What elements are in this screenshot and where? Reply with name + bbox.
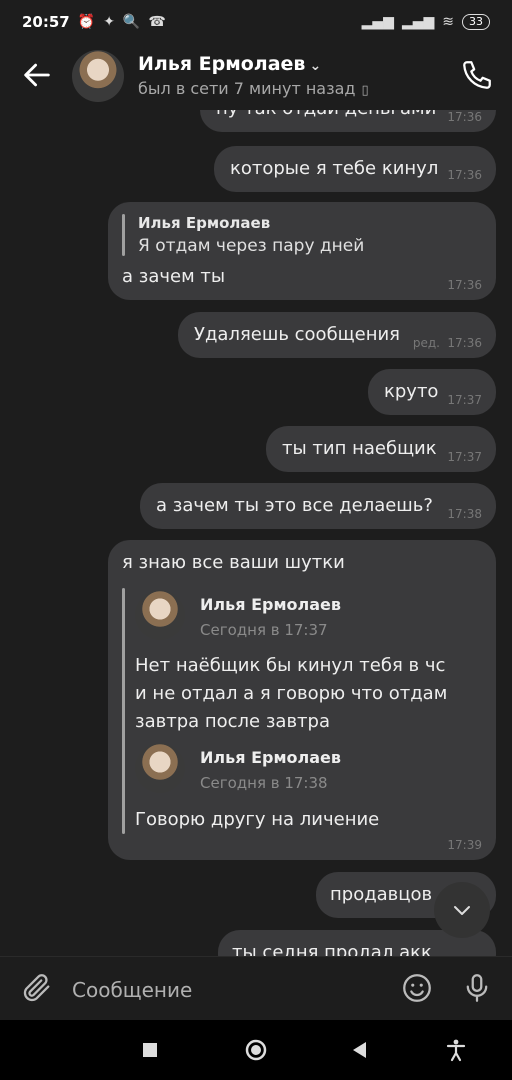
message-bubble[interactable]: круто 17:37 — [368, 369, 496, 415]
chevron-down-icon — [454, 906, 470, 915]
battery-icon: 33 — [462, 14, 490, 30]
phone-icon[interactable] — [460, 58, 494, 92]
message-time: 17:36 — [447, 336, 482, 350]
message-text: а зачем ты это все делаешь? — [156, 495, 433, 516]
message-time: 17:36 — [447, 168, 482, 182]
contact-avatar[interactable] — [72, 50, 124, 102]
status-right: ▂▄▆ ▂▄▆ ≋ 33 — [362, 14, 490, 30]
sparkle-icon: ✦ — [103, 14, 115, 30]
forward-date: Сегодня в 17:38 — [200, 774, 328, 792]
back-triangle-icon[interactable] — [346, 1036, 374, 1064]
message-bubble[interactable]: ты тип наебщик 17:37 — [266, 426, 496, 472]
message-bubble[interactable]: Илья Ермолаев Я отдам через пару дней а … — [108, 202, 496, 300]
status-time: 20:57 — [22, 13, 70, 31]
message-time: 17:39 — [447, 838, 482, 852]
microphone-icon[interactable] — [460, 971, 494, 1005]
forward-author[interactable]: Илья Ермолаев — [200, 748, 341, 767]
message-time: 17:38 — [447, 507, 482, 521]
paperclip-icon[interactable] — [20, 971, 54, 1005]
message-bubble[interactable]: которые я тебе кинул 17:36 — [214, 146, 496, 192]
message-bubble[interactable]: ну так отдай деньгами 17:36 — [200, 110, 496, 132]
contact-status: был в сети 7 минут назад ▯ — [138, 79, 369, 98]
message-text: я знаю все ваши шутки — [122, 552, 345, 573]
home-circle-icon[interactable] — [242, 1036, 270, 1064]
scroll-down-button[interactable] — [434, 882, 490, 938]
reply-bar — [122, 214, 125, 256]
message-text: ну так отдай деньгами — [216, 110, 436, 119]
message-bubble[interactable]: я знаю все ваши шутки Илья Ермолаев Сего… — [108, 540, 496, 860]
contact-name[interactable]: Илья Ермолаев ⌄ — [138, 53, 321, 75]
forward-text: Нет наёбщик бы кинул тебя в чс и не отда… — [135, 652, 447, 736]
forward-text: Говорю другу на личение — [135, 806, 379, 834]
signal-icon: ▂▄▆ — [361, 14, 394, 30]
message-text: круто — [384, 381, 439, 402]
message-text: которые я тебе кинул — [230, 158, 439, 179]
search-notification-icon: 🔍 — [122, 14, 141, 30]
message-time: 17:37 — [447, 450, 482, 464]
forward-avatar[interactable] — [135, 743, 185, 793]
accessibility-icon[interactable] — [442, 1036, 470, 1064]
alarm-icon: ⏰ — [77, 14, 96, 30]
reply-author: Илья Ермолаев — [138, 214, 271, 232]
status-bar: 20:57 ⏰ ✦ 🔍 ☎ ▂▄▆ ▂▄▆ ≋ 33 — [0, 0, 512, 44]
contact-status-text: был в сети 7 минут назад — [138, 79, 356, 98]
system-navigation-bar — [0, 1020, 512, 1080]
message-text: продавцов — [330, 884, 433, 905]
forward-line: Нет наёбщик бы кинул тебя в чс — [135, 655, 446, 676]
signal-icon-2: ▂▄▆ — [401, 14, 435, 30]
message-input[interactable] — [70, 969, 384, 1011]
message-text: ты седня продал акк — [232, 942, 432, 956]
forward-avatar[interactable] — [135, 590, 185, 640]
message-bubble[interactable]: а зачем ты это все делаешь? 17:38 — [140, 483, 496, 529]
edited-label: ред. — [412, 336, 440, 350]
message-time: 17:36 — [447, 278, 482, 292]
message-text: Удаляешь сообщения — [194, 324, 400, 345]
message-time: 17:37 — [447, 393, 482, 407]
wifi-icon: ≋ — [442, 14, 454, 30]
stop-square-icon[interactable] — [136, 1036, 164, 1064]
contact-name-text: Илья Ермолаев — [138, 53, 306, 75]
forward-line: и не отдал а я говорю что отдам — [135, 683, 448, 704]
status-left: 20:57 ⏰ ✦ 🔍 ☎ — [22, 13, 166, 31]
chat-header: Илья Ермолаев ⌄ был в сети 7 минут назад ▯ — [0, 44, 512, 110]
message-text: ты тип наебщик — [282, 438, 437, 459]
message-text: а зачем ты — [122, 266, 226, 287]
forward-line: Говорю другу на личение — [135, 809, 380, 830]
forward-line: завтра после завтра — [135, 711, 331, 732]
chevron-down-icon: ⌄ — [309, 58, 322, 74]
message-time: 17:36 — [447, 110, 482, 124]
emoji-icon[interactable] — [400, 971, 434, 1005]
forward-author[interactable]: Илья Ермолаев — [200, 595, 341, 614]
back-arrow-icon[interactable] — [20, 58, 54, 92]
mobile-icon: ▯ — [361, 83, 369, 98]
message-composer — [0, 956, 512, 1021]
forward-date: Сегодня в 17:37 — [200, 621, 328, 639]
chat-messages[interactable]: ну так отдай деньгами 17:36 которые я те… — [0, 110, 512, 956]
reply-text: Я отдам через пару дней — [138, 236, 365, 256]
viber-icon: ☎ — [148, 14, 166, 30]
message-bubble[interactable]: Удаляешь сообщения ред. 17:36 — [178, 312, 496, 358]
forward-bar — [122, 588, 125, 834]
